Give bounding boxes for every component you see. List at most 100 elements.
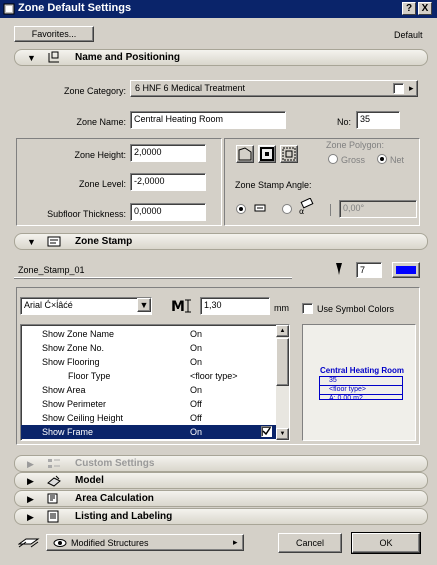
scroll-down-arrow-icon[interactable]: ▼ xyxy=(276,428,289,440)
zone-level-label: Zone Level: xyxy=(78,179,126,189)
section-listing-labeling[interactable]: ▶ Listing and Labeling xyxy=(14,508,428,525)
zone-create-manual-button[interactable] xyxy=(236,145,254,163)
manual-polygon-icon xyxy=(238,147,252,161)
title-bar: Zone Default Settings ? X xyxy=(0,0,437,18)
param-value: Off xyxy=(190,399,202,409)
zone-name-label: Zone Name: xyxy=(76,117,126,127)
zone-stamp-icon xyxy=(47,236,61,247)
list-item[interactable]: Show Flooring On xyxy=(21,355,277,369)
preview-frame: 35 <floor type> A: 0.00 m2 xyxy=(319,376,403,402)
section-title: Model xyxy=(75,475,104,486)
expand-arrow-icon[interactable]: ▶ xyxy=(27,512,34,523)
preview-title: Central Heating Room xyxy=(320,366,405,375)
font-size-unit: mm xyxy=(274,303,289,313)
chevron-down-icon[interactable]: ▼ xyxy=(137,298,151,312)
param-key: Show Zone No. xyxy=(42,343,105,353)
section-custom-settings[interactable]: ▶ Custom Settings xyxy=(14,455,428,472)
pen-color-swatch xyxy=(396,266,416,274)
app-icon xyxy=(3,3,15,15)
scroll-up-arrow-icon[interactable]: ▲ xyxy=(276,325,289,337)
model-icon xyxy=(47,475,61,487)
collapse-arrow-icon[interactable]: ▼ xyxy=(27,53,36,63)
custom-settings-icon xyxy=(48,459,60,468)
default-label: Default xyxy=(394,30,423,40)
zone-no-label: No: xyxy=(337,117,352,127)
param-key: Show Perimeter xyxy=(42,399,107,409)
zone-height-field[interactable]: 2,0000 xyxy=(130,144,206,162)
param-value: On xyxy=(190,357,203,367)
close-button[interactable]: X xyxy=(418,2,432,15)
ok-button[interactable]: OK xyxy=(351,532,421,554)
zone-category-select[interactable]: 6 HNF 6 Medical Treatment ▸ xyxy=(130,80,418,97)
separator xyxy=(330,204,331,216)
layer-select[interactable]: Modified Structures ▸ xyxy=(46,534,244,551)
angle-field[interactable]: 0,00° xyxy=(339,200,417,218)
use-symbol-colors-checkbox[interactable] xyxy=(302,303,313,314)
polygon-net-radio[interactable] xyxy=(377,154,387,164)
param-key: Floor Type xyxy=(68,371,111,381)
layer-value: Modified Structures xyxy=(71,538,149,548)
list-scrollbar[interactable]: ▲ ▼ xyxy=(276,325,289,440)
expand-arrow-icon[interactable]: ▶ xyxy=(27,476,34,487)
stamp-name: Zone_Stamp_01 xyxy=(18,265,85,275)
cancel-button[interactable]: Cancel xyxy=(278,533,342,553)
list-item[interactable]: Floor Type <floor type> xyxy=(21,369,277,383)
eye-icon xyxy=(53,539,67,547)
collapse-arrow-icon[interactable]: ▼ xyxy=(27,237,36,247)
param-key: Show Frame xyxy=(42,427,94,437)
list-item[interactable]: Show Ceiling Height Off xyxy=(21,411,277,425)
preview-floor: <floor type> xyxy=(320,386,402,395)
window-title: Zone Default Settings xyxy=(18,2,132,14)
param-value: <floor type> xyxy=(190,371,238,381)
polygon-gross-radio[interactable] xyxy=(328,154,338,164)
zone-name-field[interactable]: Central Heating Room xyxy=(130,111,286,129)
preview-area: A: 0.00 m2 xyxy=(329,395,363,402)
param-value: On xyxy=(190,427,203,437)
pen-number-field[interactable]: 7 xyxy=(356,262,382,278)
svg-text:α: α xyxy=(299,207,304,216)
scroll-thumb[interactable] xyxy=(276,338,289,386)
help-button[interactable]: ? xyxy=(402,2,416,15)
pen-color-button[interactable] xyxy=(392,262,420,278)
svg-text:M: M xyxy=(171,299,185,314)
angle-custom-radio[interactable] xyxy=(282,204,292,214)
dropdown-arrow-icon: ▸ xyxy=(233,537,238,547)
list-item[interactable]: Show Area On xyxy=(21,383,277,397)
list-item[interactable]: Show Frame On xyxy=(21,425,277,439)
expand-arrow-icon[interactable]: ▶ xyxy=(27,459,34,470)
parameter-list[interactable]: Show Zone Name On Show Zone No. On Show Fl… xyxy=(20,324,290,441)
section-model[interactable]: ▶ Model xyxy=(14,472,428,489)
expand-arrow-icon[interactable]: ▶ xyxy=(27,494,34,505)
list-item[interactable]: Show Perimeter Off xyxy=(21,397,277,411)
layer-icon xyxy=(18,538,40,548)
stamp-library-part[interactable]: Zone_Stamp_01 xyxy=(14,262,292,278)
dropdown-arrow-icon: ▸ xyxy=(409,83,414,93)
param-key: Show Area xyxy=(42,385,86,395)
rotated-stamp-icon: α xyxy=(299,198,314,216)
subfloor-thickness-field[interactable]: 0,0000 xyxy=(130,203,206,221)
section-zone-stamp[interactable]: ▼ Zone Stamp xyxy=(14,233,428,250)
param-key: Show Flooring xyxy=(42,357,100,367)
zone-level-field[interactable]: -2,0000 xyxy=(130,173,206,191)
font-size-field[interactable]: 1,30 xyxy=(200,297,270,315)
section-area-calculation[interactable]: ▶ Area Calculation xyxy=(14,490,428,507)
zone-height-label: Zone Height: xyxy=(74,150,126,160)
show-frame-checkbox[interactable] xyxy=(261,426,272,437)
zone-no-field[interactable]: 35 xyxy=(356,111,400,129)
section-title: Listing and Labeling xyxy=(75,511,173,522)
favorites-button[interactable]: Favorites... xyxy=(14,26,94,42)
list-item[interactable]: Show Zone No. On xyxy=(21,341,277,355)
param-value: On xyxy=(190,343,203,353)
section-title: Custom Settings xyxy=(75,458,155,469)
listing-icon xyxy=(47,510,59,523)
param-value: On xyxy=(190,385,203,395)
font-select[interactable]: Arial Ć×ĺâćé ▼ xyxy=(20,297,152,315)
angle-horizontal-radio[interactable] xyxy=(236,204,246,214)
zone-create-reference-button[interactable] xyxy=(280,145,298,163)
list-item[interactable]: Show Zone Name On xyxy=(21,327,277,341)
stamp-preview: Central Heating Room 35 <floor type> A: … xyxy=(302,324,416,441)
polygon-net-label: Net xyxy=(390,155,405,165)
section-title: Area Calculation xyxy=(75,493,154,504)
section-name-positioning[interactable]: ▼ Name and Positioning xyxy=(14,49,428,66)
zone-create-inner-button[interactable] xyxy=(258,145,276,163)
